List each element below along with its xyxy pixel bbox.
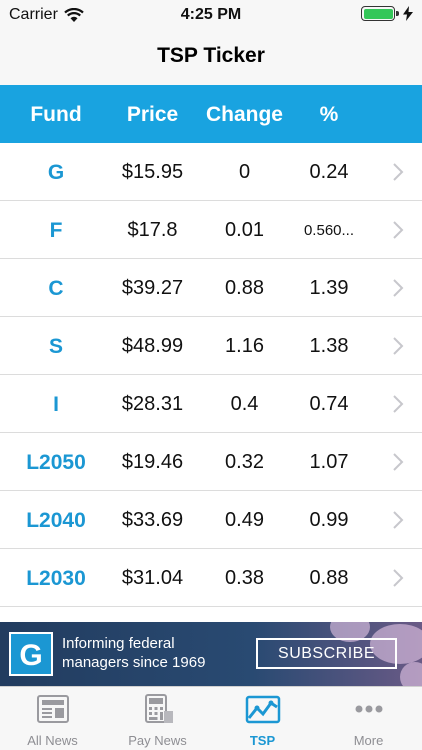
fund-change: 0.01 [225,219,264,241]
fund-change: 0 [238,161,251,183]
fund-name: F [49,219,63,242]
fund-name: L2040 [26,509,86,532]
fund-row-s[interactable]: S $48.99 1.16 1.38 [0,317,422,375]
fund-name: L2050 [26,451,86,474]
subscribe-button[interactable]: SUBSCRIBE [256,638,397,669]
ad-tagline: Informing federal managers since 1969 [62,634,205,672]
fund-change: 0.38 [225,567,264,589]
fund-row-f[interactable]: F $17.8 0.01 0.560... [0,201,422,259]
fund-percent: 0.74 [309,393,349,415]
column-header-price: Price [126,103,179,126]
fund-row-l2040[interactable]: L2040 $33.69 0.49 0.99 [0,491,422,549]
fund-percent: 0.99 [309,509,349,531]
fund-name: I [53,393,59,416]
tab-tsp[interactable]: TSP [210,687,315,750]
battery-icon [361,6,399,21]
charging-bolt-icon [403,6,413,21]
tab-label: All News [27,733,78,748]
fund-name: G [47,161,65,184]
fund-percent: 1.39 [309,277,349,299]
fund-name: L2030 [26,567,86,590]
chevron-right-icon [393,221,404,239]
fund-row-l2050[interactable]: L2050 $19.46 0.32 1.07 [0,433,422,491]
fund-row-c[interactable]: C $39.27 0.88 1.39 [0,259,422,317]
tab-label: TSP [249,733,276,748]
fund-percent: 1.07 [309,451,349,473]
table-header: Fund Price Change % [0,85,422,143]
more-icon [355,705,382,713]
column-header-change: Change [205,103,283,126]
fund-percent: 0.560... [303,222,355,239]
fund-price: $33.69 [121,509,184,531]
status-right [361,6,413,21]
fund-change: 0.32 [225,451,264,473]
fund-price: $17.8 [127,219,178,241]
status-bar: Carrier 4:25 PM [0,0,422,30]
fund-name: S [48,335,63,358]
fund-price: $19.46 [121,451,184,473]
fund-percent: 1.38 [309,335,349,357]
chevron-right-icon [393,569,404,587]
blossom-decoration [400,662,422,686]
subscribe-ad-banner[interactable]: G Informing federal managers since 1969 … [0,622,422,686]
fund-change: 1.16 [225,335,264,357]
newspaper-icon [36,695,69,723]
ad-tagline-line1: Informing federal [62,635,175,652]
fund-change: 0.4 [230,393,259,415]
fund-row-g[interactable]: G $15.95 0 0.24 [0,143,422,201]
tab-label: More [353,733,384,748]
chevron-right-icon [393,395,404,413]
calculator-icon [144,694,173,723]
fund-list: G $15.95 0 0.24 F $17.8 0.01 0.560... C … [0,143,422,607]
tab-bar: All News Pay News TSP More [0,686,422,750]
column-header-fund: Fund [30,103,82,126]
chevron-right-icon [393,337,404,355]
fund-price: $31.04 [121,567,184,589]
chevron-right-icon [393,511,404,529]
chevron-right-icon [393,279,404,297]
column-header-percent: % [319,103,339,126]
fund-percent: 0.88 [309,567,349,589]
chevron-right-icon [393,163,404,181]
navigation-bar: TSP Ticker [0,30,422,85]
fund-row-i[interactable]: I $28.31 0.4 0.74 [0,375,422,433]
page-title: TSP Ticker [157,44,265,67]
fund-name: C [48,277,64,300]
tab-more[interactable]: More [316,687,421,750]
fund-percent: 0.24 [309,161,349,183]
chart-icon [245,695,280,724]
fund-change: 0.88 [225,277,264,299]
fund-price: $28.31 [121,393,184,415]
fund-price: $15.95 [121,161,184,183]
tab-pay-news[interactable]: Pay News [105,687,210,750]
tab-label: Pay News [128,733,187,748]
fund-row-l2030[interactable]: L2030 $31.04 0.38 0.88 [0,549,422,607]
ad-tagline-line2: managers since 1969 [62,654,206,671]
fund-change: 0.49 [225,509,264,531]
status-time: 4:25 PM [180,6,242,23]
chevron-right-icon [393,453,404,471]
fund-price: $48.99 [121,335,184,357]
govexec-logo: G [9,632,53,676]
fund-price: $39.27 [121,277,184,299]
tab-all-news[interactable]: All News [0,687,105,750]
